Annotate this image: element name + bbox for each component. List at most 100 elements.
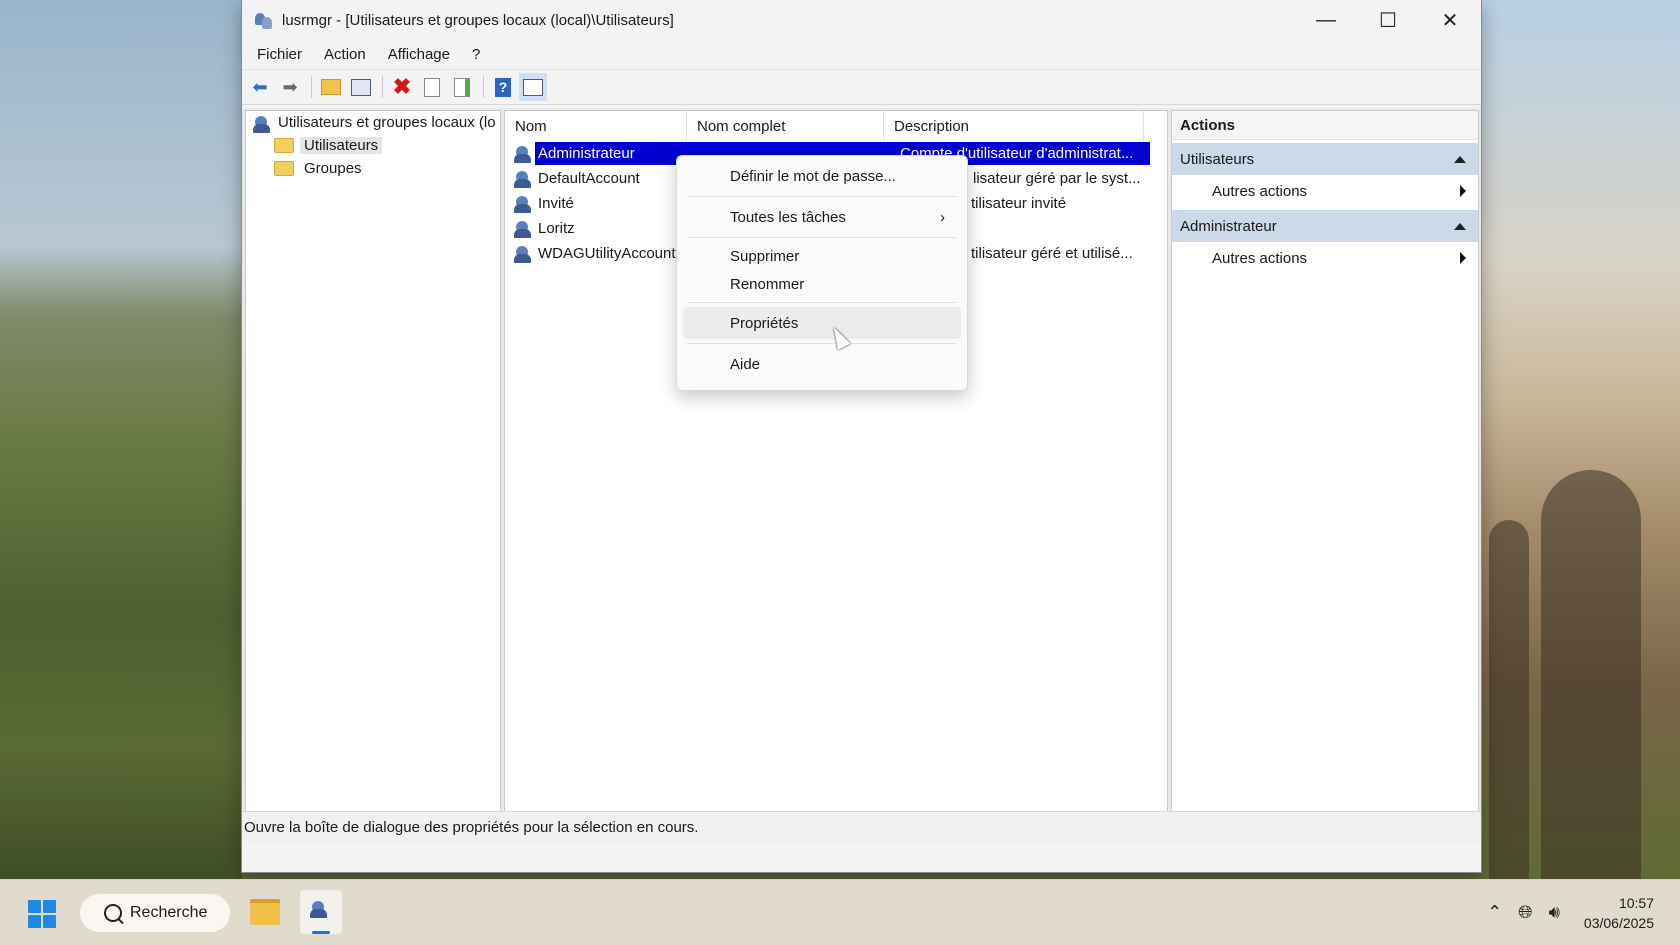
tree-item-groupes[interactable]: Groupes	[246, 157, 500, 180]
list-header: Nom Nom complet Description	[505, 111, 1167, 141]
system-tray: ⌃ 🌐︎ 🔊︎ 10:57 03/06/2025	[1479, 880, 1680, 945]
users-groups-icon	[252, 115, 272, 133]
menu-separator	[687, 196, 957, 197]
menu-fichier[interactable]: Fichier	[246, 41, 313, 69]
menu-help[interactable]: ?	[461, 41, 491, 69]
close-button[interactable]: ✕	[1419, 0, 1481, 41]
tree-item-label: Groupes	[304, 160, 362, 177]
menu-bar: Fichier Action Affichage ?	[242, 41, 1481, 69]
forward-icon[interactable]: ➡	[276, 73, 304, 101]
user-icon	[513, 220, 533, 238]
toolbar-separator	[382, 76, 383, 98]
window-title: lusrmgr - [Utilisateurs et groupes locau…	[282, 12, 674, 29]
submenu-arrow-icon	[1460, 185, 1466, 197]
cell-description: tilisateur géré et utilisé...	[971, 245, 1133, 262]
action-group-administrateur[interactable]: Administrateur	[1172, 210, 1478, 242]
user-icon	[513, 195, 533, 213]
cell-name: DefaultAccount	[538, 170, 640, 187]
chevron-up-icon[interactable]: ⌃	[1487, 902, 1502, 923]
taskbar-search[interactable]: Recherche	[80, 894, 230, 932]
globe-icon[interactable]: 🌐︎	[1518, 902, 1532, 923]
action-autres-actions[interactable]: Autres actions	[1172, 175, 1478, 207]
collapse-icon[interactable]	[1454, 155, 1466, 163]
status-bar: Ouvre la boîte de dialogue des propriété…	[242, 811, 1481, 842]
cell-name: Loritz	[538, 220, 575, 237]
menu-item-delete[interactable]: Supprimer	[683, 242, 961, 270]
menu-affichage[interactable]: Affichage	[377, 41, 461, 69]
minimize-button[interactable]: —	[1295, 0, 1357, 41]
clock-date: 03/06/2025	[1583, 914, 1654, 931]
properties-icon[interactable]	[418, 73, 446, 101]
status-text: Ouvre la boîte de dialogue des propriété…	[244, 818, 699, 836]
cell-name: WDAGUtilityAccount	[538, 245, 676, 262]
export-icon[interactable]	[448, 73, 476, 101]
toolbar-separator	[483, 76, 484, 98]
up-folder-icon[interactable]	[317, 73, 345, 101]
menu-item-label: Aide	[730, 355, 761, 373]
title-bar[interactable]: lusrmgr - [Utilisateurs et groupes locau…	[242, 0, 1481, 41]
menu-item-label: Propriétés	[730, 314, 799, 332]
user-icon	[513, 170, 533, 188]
folder-icon	[274, 137, 294, 154]
tree-root[interactable]: Utilisateurs et groupes locaux (lo	[246, 111, 500, 134]
column-header-description[interactable]: Description	[884, 111, 1144, 141]
maximize-button[interactable]: ☐	[1357, 0, 1419, 41]
clock-time: 10:57	[1618, 894, 1654, 911]
tree-item-label: Utilisateurs	[300, 137, 383, 154]
action-group-utilisateurs[interactable]: Utilisateurs	[1172, 143, 1478, 175]
folder-icon	[274, 160, 294, 177]
volume-icon[interactable]: 🔊︎	[1549, 902, 1560, 923]
user-icon	[513, 145, 533, 163]
menu-item-all-tasks[interactable]: Toutes les tâches ›	[683, 201, 961, 233]
actions-pane: Actions Utilisateurs Autres actions Admi…	[1171, 110, 1479, 842]
user-icon	[513, 245, 533, 263]
menu-separator	[687, 343, 957, 344]
lusrmgr-taskbar-icon[interactable]	[300, 890, 342, 934]
toolbar: ⬅ ➡ ✖ ?	[242, 69, 1481, 105]
users-app-icon	[254, 11, 274, 31]
cell-description: tilisateur invité	[971, 195, 1067, 212]
menu-separator	[687, 237, 957, 238]
menu-item-properties[interactable]: Propriétés	[683, 307, 961, 339]
menu-item-label: Supprimer	[730, 247, 800, 265]
menu-item-set-password[interactable]: Définir le mot de passe...	[683, 160, 961, 192]
column-header-nom-complet[interactable]: Nom complet	[687, 111, 884, 141]
action-autres-actions[interactable]: Autres actions	[1172, 242, 1478, 274]
delete-icon[interactable]: ✖	[388, 73, 416, 101]
action-group-label: Utilisateurs	[1180, 150, 1255, 168]
column-header-nom[interactable]: Nom	[505, 111, 687, 141]
chevron-right-icon: ›	[940, 208, 945, 226]
actions-title: Actions	[1172, 111, 1478, 140]
menu-separator	[687, 302, 957, 303]
menu-item-label: Définir le mot de passe...	[730, 167, 896, 185]
action-group-label: Administrateur	[1180, 217, 1277, 235]
tree-item-utilisateurs[interactable]: Utilisateurs	[246, 134, 500, 157]
cell-name: Administrateur	[538, 145, 635, 162]
action-item-label: Autres actions	[1212, 249, 1308, 267]
menu-item-help[interactable]: Aide	[683, 348, 961, 380]
file-explorer-icon[interactable]	[244, 890, 286, 934]
console-tree: Utilisateurs et groupes locaux (lo Utili…	[245, 110, 501, 842]
menu-item-label: Renommer	[730, 275, 805, 293]
menu-item-rename[interactable]: Renommer	[683, 270, 961, 298]
menu-action[interactable]: Action	[313, 41, 377, 69]
cell-name: Invité	[538, 195, 574, 212]
taskbar: Recherche ⌃ 🌐︎ 🔊︎ 10:57 03/06/2025	[0, 879, 1680, 945]
show-hide-tree-icon[interactable]	[347, 73, 375, 101]
show-hide-action-pane-icon[interactable]	[519, 73, 547, 101]
search-label: Recherche	[130, 904, 208, 921]
back-icon[interactable]: ⬅	[246, 73, 274, 101]
collapse-icon[interactable]	[1454, 222, 1466, 230]
tree-root-label: Utilisateurs et groupes locaux (lo	[278, 114, 496, 131]
windows-start-icon[interactable]	[28, 900, 56, 928]
submenu-arrow-icon	[1460, 252, 1466, 264]
lusrmgr-window: lusrmgr - [Utilisateurs et groupes locau…	[242, 0, 1481, 872]
action-item-label: Autres actions	[1212, 182, 1308, 200]
wallpaper-arch	[1489, 520, 1529, 880]
context-menu: Définir le mot de passe... Toutes les tâ…	[676, 155, 968, 391]
help-icon[interactable]: ?	[489, 73, 517, 101]
wallpaper-arch	[1541, 470, 1641, 880]
active-app-indicator	[312, 931, 330, 934]
clock[interactable]: 10:57 03/06/2025	[1584, 893, 1654, 933]
toolbar-separator	[311, 76, 312, 98]
